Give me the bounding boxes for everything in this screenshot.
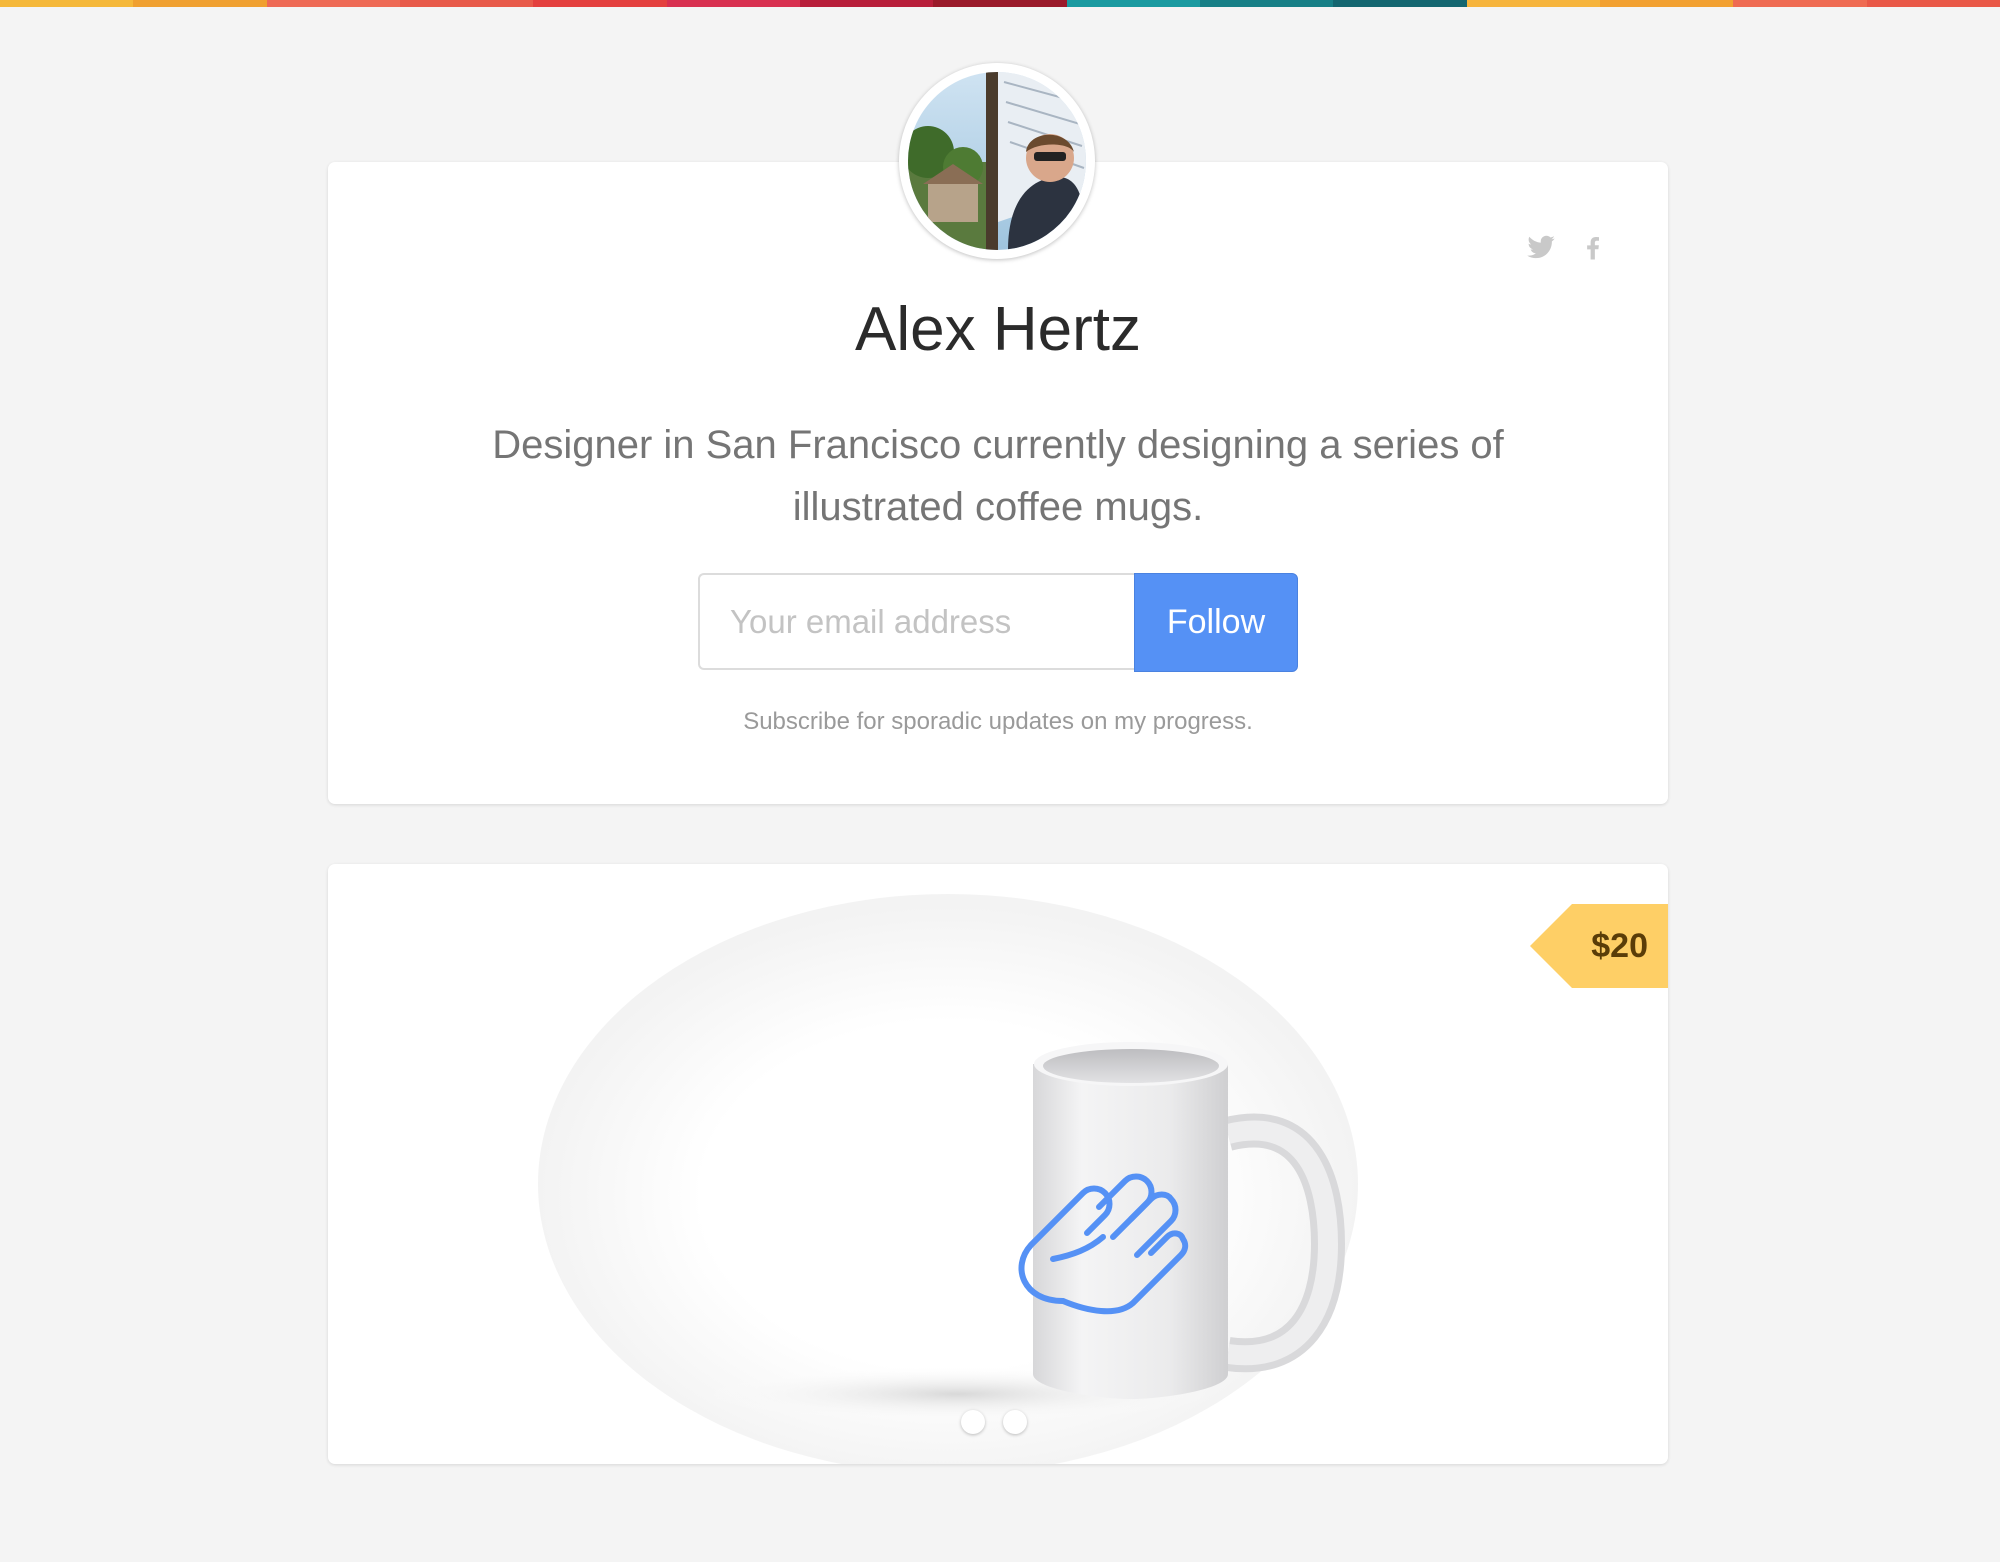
stripe-segment — [666, 0, 800, 7]
avatar-photo — [908, 72, 1086, 250]
stripe-segment — [933, 0, 1067, 7]
top-color-stripe — [0, 0, 2000, 7]
carousel-dot[interactable] — [1003, 1410, 1027, 1434]
follow-button[interactable]: Follow — [1134, 573, 1298, 672]
stripe-segment — [1199, 0, 1334, 7]
facebook-icon[interactable] — [1578, 232, 1608, 262]
subscribe-form: Follow — [698, 573, 1298, 672]
stripe-segment — [1333, 0, 1467, 7]
stripe-segment — [1466, 0, 1600, 7]
product-card: $20 — [328, 864, 1668, 1464]
stripe-segment — [533, 0, 667, 7]
twitter-icon[interactable] — [1526, 232, 1556, 262]
stripe-segment — [1066, 0, 1200, 7]
carousel-dot[interactable] — [961, 1410, 985, 1434]
carousel-dots — [961, 1410, 1027, 1434]
stripe-segment — [1599, 0, 1734, 7]
stripe-segment — [799, 0, 934, 7]
stripe-segment — [1866, 0, 2000, 7]
email-field[interactable] — [698, 573, 1134, 670]
price-tag: $20 — [1530, 904, 1668, 988]
stripe-segment — [1733, 0, 1867, 7]
social-links — [1526, 232, 1608, 262]
stripe-segment — [266, 0, 400, 7]
stripe-segment — [0, 0, 134, 7]
stripe-segment — [133, 0, 267, 7]
profile-bio: Designer in San Francisco currently desi… — [492, 423, 1504, 529]
product-image[interactable] — [538, 884, 1358, 1464]
mug-image — [538, 894, 1358, 1464]
subscribe-note: Subscribe for sporadic updates on my pro… — [743, 708, 1253, 735]
profile-name: Alex Hertz — [855, 295, 1141, 364]
avatar — [899, 63, 1095, 259]
stripe-segment — [399, 0, 534, 7]
